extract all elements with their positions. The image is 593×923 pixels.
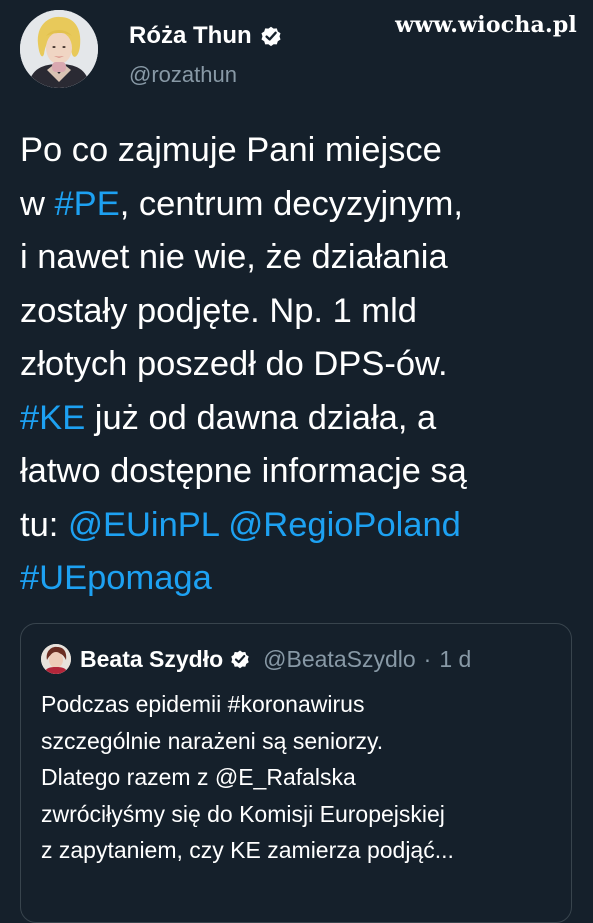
tweet-text-segment: tu:	[20, 505, 68, 544]
tweet-text-line: łatwo dostępne informacje są	[20, 445, 580, 499]
quoted-text-line: z zapytaniem, czy KE zamierza podjąć...	[41, 837, 454, 863]
quoted-author-avatar	[41, 644, 71, 674]
tweet-text: Po co zajmuje Pani miejsce w #PE, centrum…	[20, 124, 580, 606]
tweet-author: Róża Thun @rozathun	[20, 10, 283, 88]
quoted-verified-badge-icon	[231, 650, 249, 669]
watermark: www.wiocha.pl	[395, 12, 577, 38]
hashtag-link[interactable]: #UEpomaga	[20, 559, 212, 597]
tweet-text-segment: i nawet nie wie, że działania	[20, 238, 448, 276]
tweet-text-segment: łatwo dostępne informacje są	[20, 452, 467, 490]
tweet-text-segment: już od dawna działa, a	[85, 398, 437, 437]
quoted-text-line: szczególnie narażeni są seniorzy.	[41, 727, 384, 754]
tweet-text-line: zostały podjęte. Np. 1 mld	[20, 285, 580, 339]
hashtag-link[interactable]: #PE	[55, 185, 120, 223]
quoted-tweet-text: Podczas epidemii #koronawirus szczególnie…	[41, 686, 561, 869]
quoted-text-line: Podczas epidemii #koronawirus	[41, 691, 365, 717]
quoted-tweet[interactable]: Beata Szydło @BeataSzydlo · 1 d Podczas …	[20, 623, 572, 923]
quoted-author-handle: @BeataSzydlo	[263, 645, 416, 672]
tweet-text-line: złotych poszedł do DPS-ów.	[20, 338, 580, 392]
tweet-text-line: Po co zajmuje Pani miejsce	[20, 124, 580, 178]
tweet-text-line: w #PE, centrum decyzyjnym,	[20, 178, 580, 232]
tweet-text-segment	[219, 506, 229, 544]
quoted-text-line: zwróciłyśmy się do Komisji Europejskiej	[41, 800, 445, 827]
tweet-text-segment: w	[20, 184, 55, 223]
author-display-name[interactable]: Róża Thun	[129, 22, 252, 50]
quoted-text-line: Dlatego razem z @E_Rafalska	[41, 764, 356, 790]
hashtag-link[interactable]: #KE	[20, 399, 85, 437]
quoted-tweet-header: Beata Szydło @BeataSzydlo · 1 d	[41, 644, 471, 674]
quoted-separator: ·	[423, 645, 432, 672]
tweet-text-line: tu: @EUinPL @RegioPoland	[20, 499, 580, 553]
tweet-text-line: i nawet nie wie, że działania	[20, 231, 580, 285]
tweet-text-line: #KE już od dawna działa, a	[20, 392, 580, 446]
tweet-text-segment: Po co zajmuje Pani miejsce	[20, 131, 442, 169]
mention-link[interactable]: @RegioPoland	[228, 506, 461, 544]
author-avatar[interactable]	[20, 10, 98, 88]
tweet-text-segment: , centrum decyzyjnym,	[119, 184, 463, 223]
quoted-timestamp: 1 d	[439, 645, 472, 672]
tweet-text-segment: zostały podjęte. Np. 1 mld	[20, 291, 417, 330]
mention-link[interactable]: @EUinPL	[68, 506, 219, 544]
verified-badge-icon	[261, 26, 281, 47]
quoted-author-name: Beata Szydło	[80, 645, 224, 672]
tweet-text-segment: złotych poszedł do DPS-ów.	[20, 345, 448, 383]
author-handle[interactable]: @rozathun	[129, 62, 283, 88]
tweet-text-line: #UEpomaga	[20, 552, 580, 606]
